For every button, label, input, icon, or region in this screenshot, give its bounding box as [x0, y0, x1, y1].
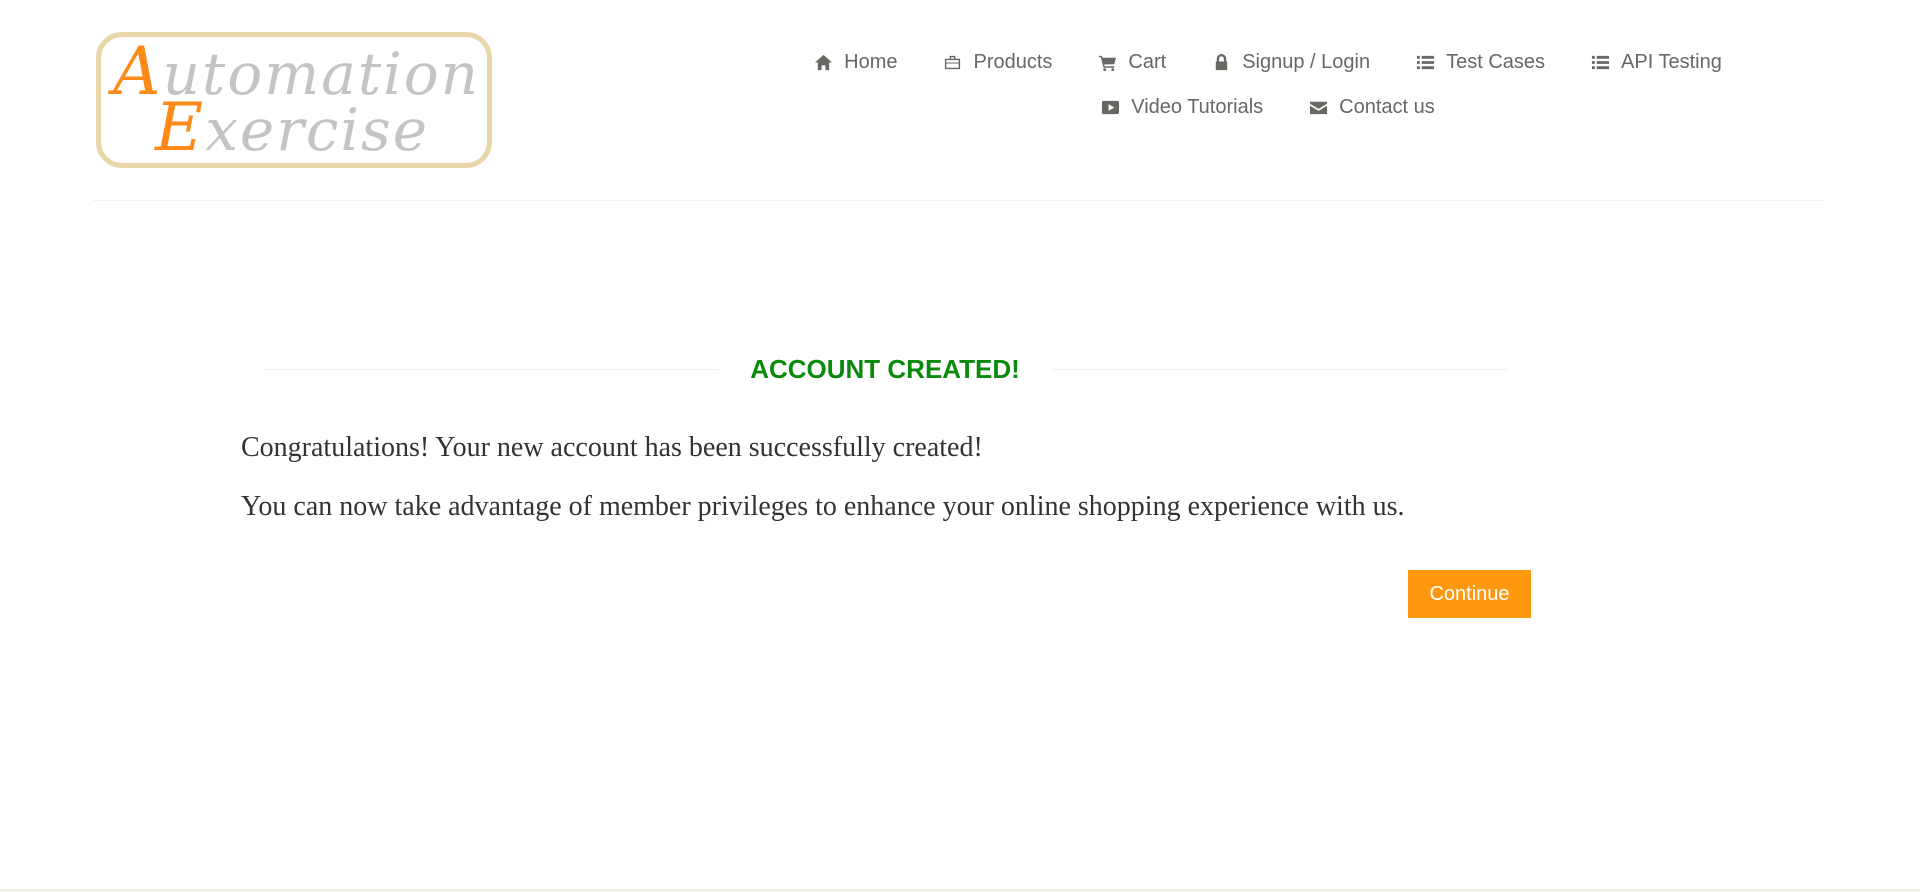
home-icon — [815, 54, 833, 71]
title-row: ACCOUNT CREATED! — [264, 350, 1508, 390]
nav-cart-label: Cart — [1128, 51, 1167, 73]
page-title: ACCOUNT CREATED! — [750, 354, 1020, 384]
cart-icon — [1099, 55, 1117, 72]
nav-cart[interactable]: Cart — [1075, 51, 1189, 74]
logo-line-2: Exercise — [155, 89, 430, 166]
title-divider-right — [1052, 369, 1508, 370]
list-icon — [1591, 55, 1610, 70]
lock-icon — [1216, 53, 1228, 71]
nav-contact-us-label: Contact us — [1339, 96, 1435, 118]
success-message: Congratulations! Your new account has be… — [241, 432, 983, 463]
nav-signup-login[interactable]: Signup / Login — [1189, 51, 1393, 74]
briefcase-icon — [945, 55, 961, 70]
nav-video-tutorials-label: Video Tutorials — [1131, 96, 1264, 118]
site-header: Automation Exercise Home Products Cart S… — [93, 0, 1825, 201]
nav-home-label: Home — [844, 51, 898, 73]
main-nav: Home Products Cart Signup / Login Test C… — [713, 40, 1823, 130]
title-divider-left — [264, 369, 718, 370]
continue-button[interactable]: Continue — [1408, 570, 1531, 618]
nav-signup-login-label: Signup / Login — [1242, 51, 1371, 73]
nav-api-testing-label: API Testing — [1621, 51, 1722, 73]
nav-video-tutorials[interactable]: Video Tutorials — [1078, 96, 1286, 119]
list-icon — [1417, 55, 1435, 70]
envelope-icon — [1310, 101, 1328, 115]
nav-home[interactable]: Home — [791, 51, 920, 74]
nav-row-2: Video Tutorials Contact us — [713, 85, 1823, 130]
nav-contact-us[interactable]: Contact us — [1286, 96, 1458, 119]
nav-api-testing[interactable]: API Testing — [1568, 51, 1745, 74]
youtube-play-icon — [1102, 100, 1120, 115]
nav-row-1: Home Products Cart Signup / Login Test C… — [713, 40, 1823, 85]
nav-test-cases-label: Test Cases — [1446, 51, 1546, 73]
privileges-message: You can now take advantage of member pri… — [241, 491, 1405, 522]
nav-products-label: Products — [973, 51, 1053, 73]
site-logo[interactable]: Automation Exercise — [96, 32, 492, 168]
nav-products[interactable]: Products — [920, 51, 1075, 74]
nav-test-cases[interactable]: Test Cases — [1393, 51, 1568, 74]
